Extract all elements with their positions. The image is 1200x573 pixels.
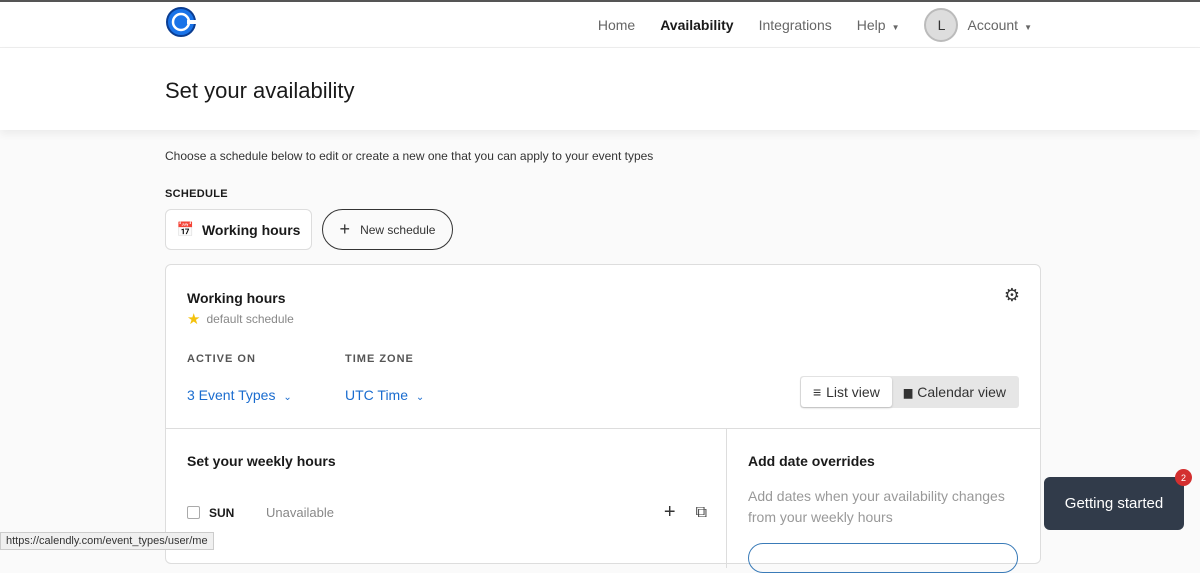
active-on-value: 3 Event Types [187, 387, 276, 403]
weekly-hours-title: Set your weekly hours [187, 453, 336, 469]
chevron-down-icon: ▼ [1024, 23, 1032, 32]
overrides-title: Add date overrides [748, 453, 875, 469]
account-label: Account [967, 17, 1019, 33]
divider [166, 428, 1040, 429]
chevron-down-icon: ▼ [891, 23, 900, 32]
nav-home[interactable]: Home [598, 17, 635, 33]
page-header: Set your availability [0, 48, 1200, 130]
active-on-dropdown[interactable]: 3 Event Types ⌄ [187, 387, 292, 403]
active-on-label: ACTIVE ON [187, 353, 256, 365]
list-icon: ≡ [812, 384, 822, 400]
schedule-card: Working hours ★ default schedule ⚙ ACTIVE… [165, 264, 1041, 573]
view-toggle: ≡ List view ▆ Calendar view [799, 376, 1019, 408]
copy-icon[interactable]: ⧉ [696, 504, 707, 522]
notification-badge: 2 [1175, 469, 1192, 486]
plus-icon[interactable]: + [664, 501, 676, 524]
day-label: SUN [209, 505, 235, 520]
day-row: SUN Unavailable + ⧉ [187, 501, 707, 524]
schedule-label: SCHEDULE [165, 188, 228, 200]
day-checkbox[interactable] [187, 506, 200, 519]
schedule-title: Working hours [187, 290, 286, 306]
calendar-view-button[interactable]: ▆ Calendar view [892, 377, 1018, 407]
time-zone-label: TIME ZONE [345, 353, 414, 365]
list-view-button[interactable]: ≡ List view [800, 377, 892, 407]
nav-availability[interactable]: Availability [660, 17, 733, 33]
calendar-icon: 📅 [176, 221, 194, 237]
add-override-button[interactable] [748, 543, 1018, 573]
calendar-icon: ▆ [903, 386, 913, 399]
page-title: Set your availability [165, 78, 355, 103]
gear-icon[interactable]: ⚙ [1004, 285, 1020, 306]
status-bar-url: https://calendly.com/event_types/user/me [0, 532, 214, 550]
day-status: Unavailable [266, 505, 334, 520]
schedule-tab-working-hours[interactable]: 📅 Working hours [165, 209, 312, 250]
top-nav: Home Availability Integrations Help ▼ L A… [0, 0, 1200, 48]
calendly-logo[interactable] [165, 6, 197, 38]
new-schedule-button[interactable]: + New schedule [322, 209, 453, 250]
chevron-down-icon: ⌄ [283, 392, 292, 403]
list-view-label: List view [826, 384, 880, 400]
new-schedule-label: New schedule [360, 222, 436, 237]
divider [726, 428, 727, 568]
chevron-down-icon: ⌄ [415, 392, 425, 403]
default-schedule-label: default schedule [206, 312, 294, 326]
help-label: Help [856, 17, 886, 33]
nav-integrations[interactable]: Integrations [759, 17, 832, 33]
plus-icon: + [339, 219, 351, 239]
calendar-view-label: Calendar view [917, 384, 1006, 400]
overrides-description: Add dates when your availability changes… [748, 488, 1005, 525]
nav-help[interactable]: Help ▼ [857, 17, 900, 33]
schedule-tab-label: Working hours [201, 221, 301, 238]
getting-started-button[interactable]: Getting started 2 [1044, 469, 1192, 530]
time-zone-dropdown[interactable]: UTC Time ⌄ [345, 387, 424, 403]
nav-account[interactable]: Account ▼ [967, 17, 1032, 33]
getting-started-label: Getting started [1064, 495, 1164, 512]
avatar[interactable]: L [924, 8, 959, 42]
intro-text: Choose a schedule below to edit or creat… [165, 149, 654, 163]
time-zone-value: UTC Time [345, 387, 408, 403]
star-icon: ★ [187, 311, 201, 328]
